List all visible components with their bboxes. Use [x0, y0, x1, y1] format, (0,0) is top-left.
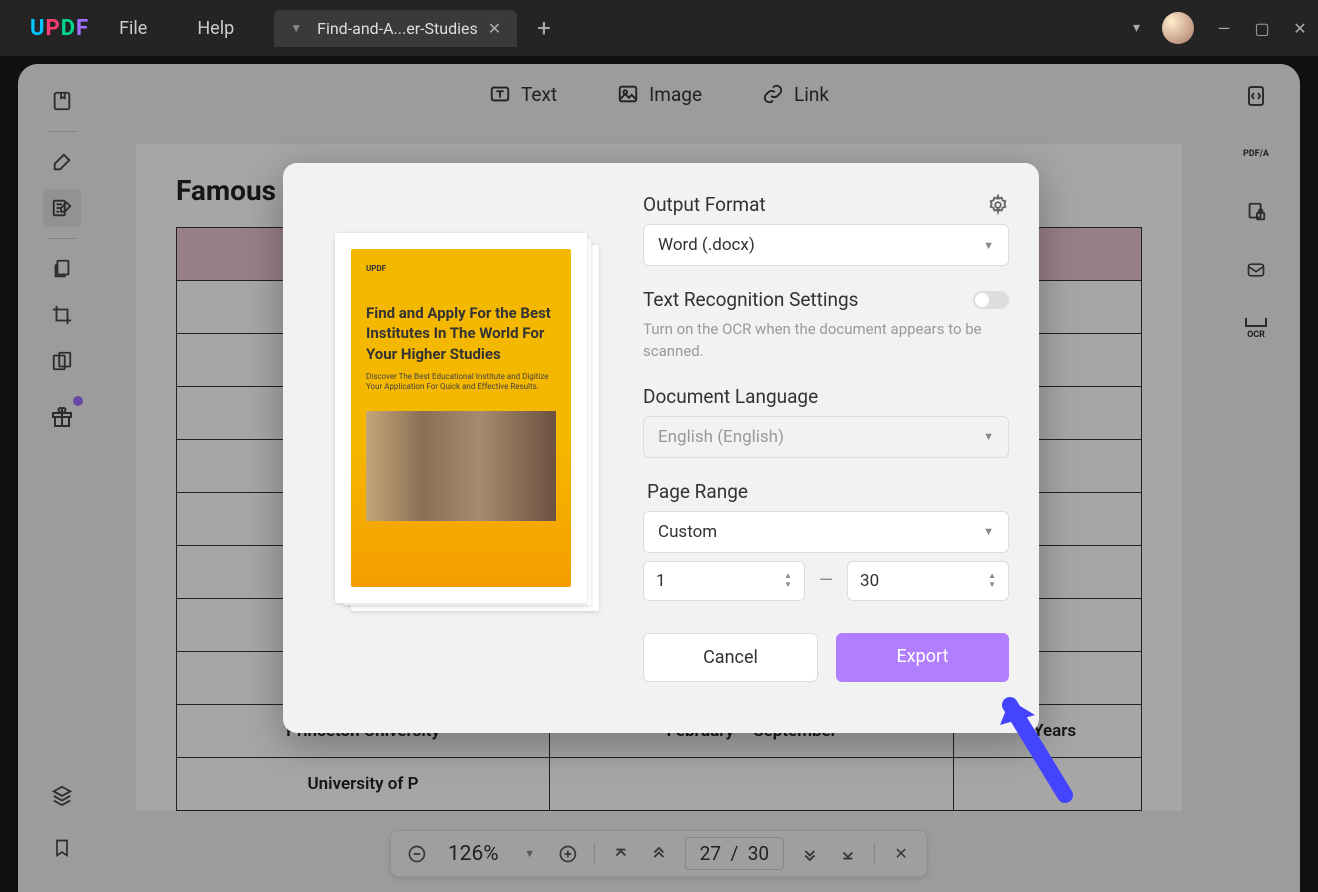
minimize-icon[interactable]: —	[1216, 19, 1232, 38]
user-avatar[interactable]	[1162, 12, 1194, 44]
language-select[interactable]: English (English)▼	[643, 416, 1009, 458]
menu-help[interactable]: Help	[197, 18, 234, 39]
range-dash: —	[819, 570, 833, 591]
output-format-label: Output Format	[643, 193, 766, 216]
menu-file[interactable]: File	[119, 18, 147, 39]
page-range-select[interactable]: Custom▼	[643, 511, 1009, 553]
tab-dropdown-icon[interactable]: ▼	[290, 21, 302, 35]
language-label: Document Language	[643, 385, 1009, 408]
range-to-input[interactable]: 30▲▼	[847, 561, 1009, 601]
document-tab[interactable]: ▼ Find-and-A...er-Studies ✕	[274, 10, 517, 47]
ocr-settings-label: Text Recognition Settings	[643, 288, 858, 311]
document-thumbnail: UPDF Find and Apply For the Best Institu…	[335, 233, 591, 609]
export-modal: UPDF Find and Apply For the Best Institu…	[283, 163, 1039, 733]
export-button[interactable]: Export	[836, 633, 1009, 682]
settings-gear-icon[interactable]	[987, 194, 1009, 216]
chevron-down-icon[interactable]: ▾	[1133, 20, 1140, 36]
cancel-button[interactable]: Cancel	[643, 633, 818, 682]
ocr-toggle[interactable]	[973, 291, 1009, 309]
maximize-icon[interactable]: ▢	[1254, 19, 1270, 38]
title-bar: UPDF File Help ▼ Find-and-A...er-Studies…	[0, 0, 1318, 56]
ocr-hint: Turn on the OCR when the document appear…	[643, 319, 1009, 363]
new-tab-button[interactable]: +	[537, 14, 551, 42]
page-range-label: Page Range	[643, 480, 1009, 503]
close-window-icon[interactable]: ✕	[1292, 19, 1308, 38]
tab-title: Find-and-A...er-Studies	[317, 19, 478, 38]
app-logo: UPDF	[30, 16, 89, 41]
range-from-input[interactable]: 1▲▼	[643, 561, 805, 601]
output-format-select[interactable]: Word (.docx)▼	[643, 224, 1009, 266]
close-tab-icon[interactable]: ✕	[488, 19, 501, 38]
